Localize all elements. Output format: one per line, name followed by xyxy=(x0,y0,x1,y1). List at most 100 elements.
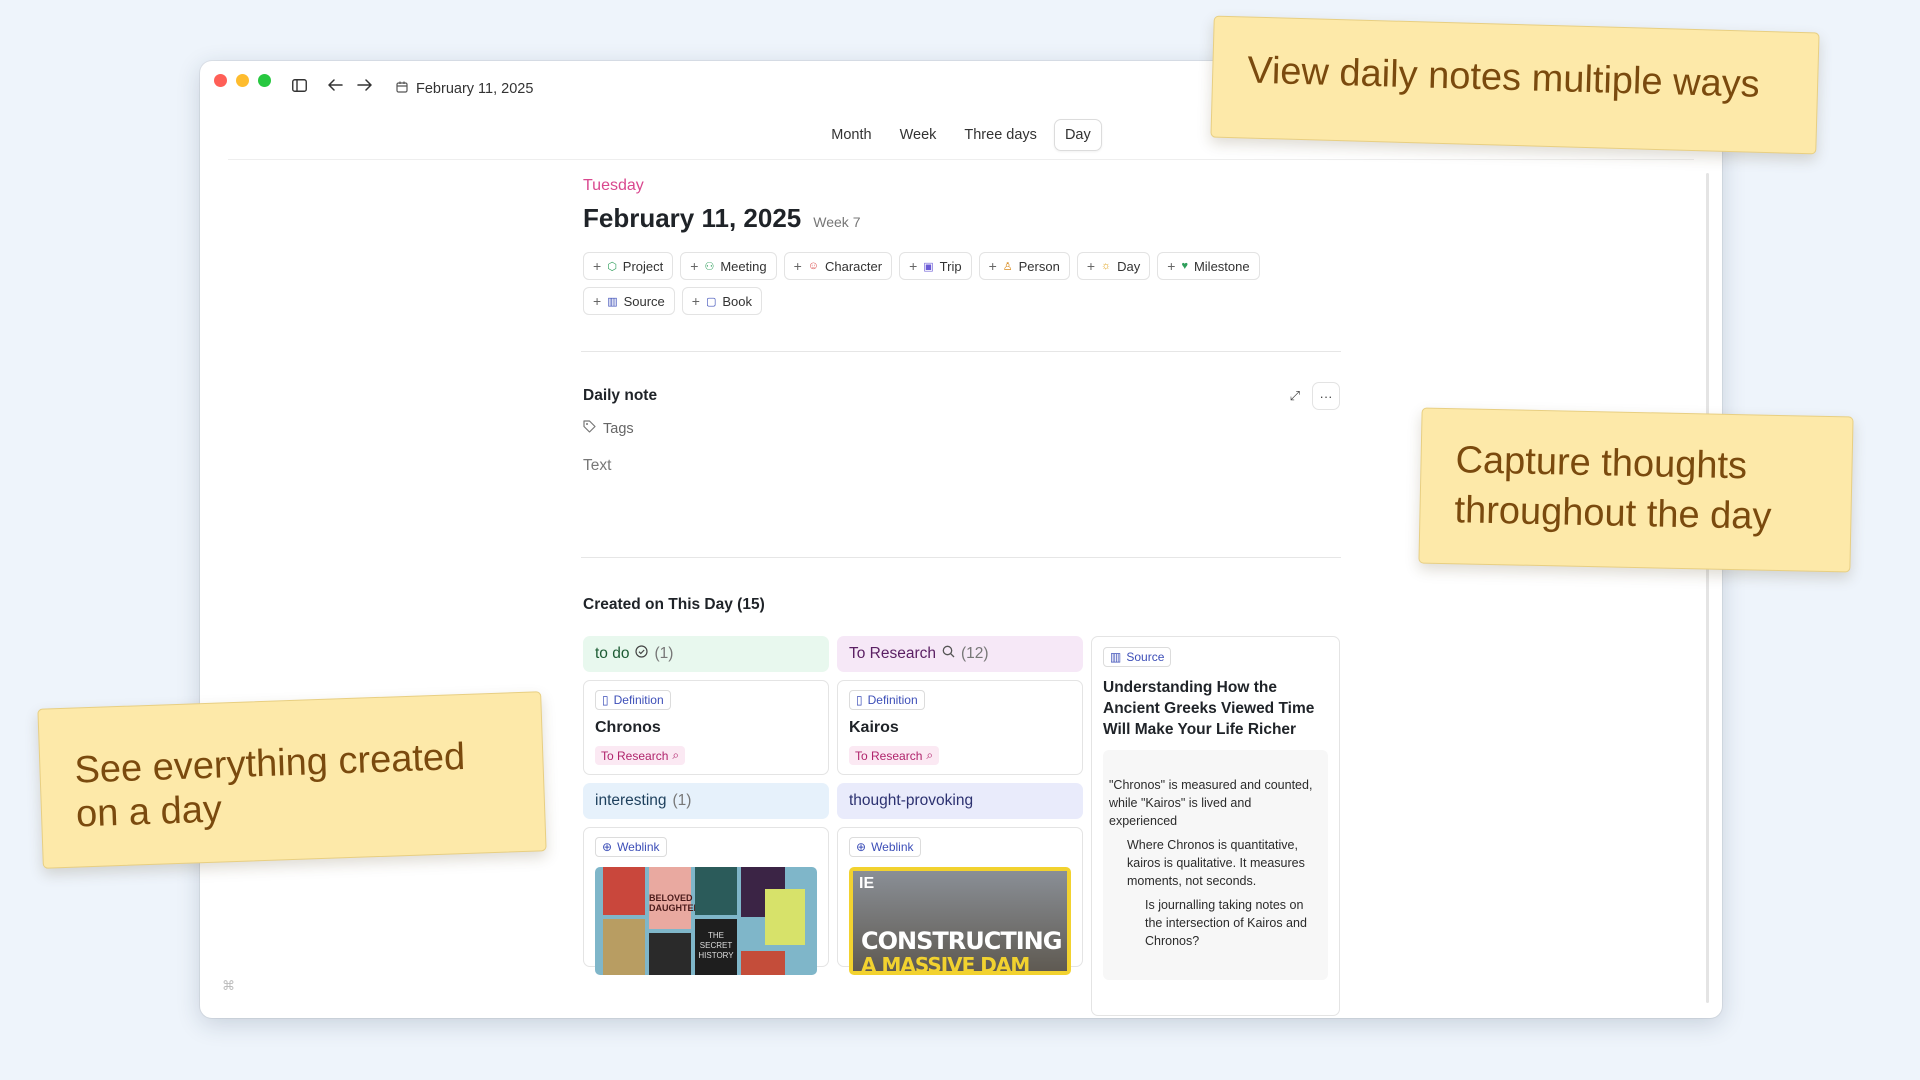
group-count: (1) xyxy=(672,792,692,809)
plus-icon: + xyxy=(793,258,802,274)
luggage-icon: ▣ xyxy=(923,260,934,273)
daily-note-title: Daily note xyxy=(583,387,658,404)
type-badge: ▯ Definition xyxy=(595,690,671,710)
more-options-button[interactable]: ··· xyxy=(1312,382,1340,410)
column-middle: To Research (12) ▯ Definition Kairos To R… xyxy=(837,636,1083,975)
add-character-button[interactable]: + ☺ Character xyxy=(783,252,893,280)
chip-label: Person xyxy=(1018,258,1060,274)
plus-icon: + xyxy=(909,258,918,274)
globe-icon: ⊕ xyxy=(602,840,613,854)
thumb-headline-2: A MASSIVE DAM xyxy=(861,953,1030,971)
tab-week[interactable]: Week xyxy=(889,119,948,151)
type-badge: ▥ Source xyxy=(1103,647,1172,667)
add-person-button[interactable]: + ♙ Person xyxy=(978,252,1070,280)
search-icon xyxy=(942,645,955,663)
tag-pill-label: To Research xyxy=(601,748,669,763)
tag-icon xyxy=(583,420,596,437)
card-title: Kairos xyxy=(849,719,899,736)
cover-title-daughter: DAUGHTER xyxy=(649,903,700,913)
excerpt-line-1: "Chronos" is measured and counted, while… xyxy=(1109,778,1313,828)
add-meeting-button[interactable]: + ⚇ Meeting xyxy=(680,252,777,280)
add-trip-button[interactable]: + ▣ Trip xyxy=(899,252,972,280)
callout-text: View daily notes multiple ways xyxy=(1246,49,1761,106)
group-header-todo[interactable]: to do (1) xyxy=(583,636,829,672)
chip-label: Project xyxy=(622,258,664,274)
expand-icon[interactable]: ⤢ xyxy=(1290,388,1300,404)
forward-arrow-icon[interactable] xyxy=(357,79,372,91)
chip-label: Character xyxy=(825,258,883,274)
group-count: (12) xyxy=(961,645,989,662)
daily-note-actions: ⤢ ··· xyxy=(1290,382,1340,410)
daily-note-header: Daily note ⤢ ··· xyxy=(583,382,1340,410)
book-icon: ▢ xyxy=(705,295,717,308)
scrollbar[interactable] xyxy=(1706,173,1709,1003)
group-header-thought-provoking[interactable]: thought-provoking xyxy=(837,783,1083,819)
type-badge: ▯ Definition xyxy=(849,690,925,710)
people-icon: ⚇ xyxy=(704,260,715,273)
badge-label: Source xyxy=(1126,650,1165,664)
card-weblink-books[interactable]: ⊕ Weblink BELOVED DAUGHTER THE SECRET HIST… xyxy=(583,827,829,975)
callout-text-line-1: Capture thoughts xyxy=(1455,439,1748,488)
chip-label: Meeting xyxy=(720,258,767,274)
add-project-button[interactable]: + ⬡ Project xyxy=(583,252,674,280)
chip-label: Milestone xyxy=(1193,258,1250,274)
ellipsis-icon: ··· xyxy=(1319,388,1333,404)
add-day-button[interactable]: + ☼ Day xyxy=(1076,252,1151,280)
chip-label: Day xyxy=(1117,258,1141,274)
weekday-label: Tuesday xyxy=(583,177,644,194)
plus-icon: + xyxy=(1086,258,1096,274)
plus-icon: + xyxy=(593,293,602,309)
command-icon[interactable]: ⌘ xyxy=(222,978,235,994)
day-title-row: February 11, 2025 Week 7 xyxy=(583,203,1340,234)
zoom-window-button[interactable] xyxy=(258,74,271,87)
tab-day[interactable]: Day xyxy=(1053,119,1102,151)
add-book-button[interactable]: + ▢ Book xyxy=(681,287,763,315)
tags-field[interactable]: Tags xyxy=(583,420,1340,437)
excerpt-line-3: Is journalling taking notes on the inter… xyxy=(1145,898,1307,948)
card-tag[interactable]: To Research ⌕ xyxy=(595,746,686,765)
group-header-to-research[interactable]: To Research (12) xyxy=(837,636,1083,672)
thumb-headline-1: CONSTRUCTING xyxy=(861,927,1062,955)
card-source[interactable]: ▥ Source Understanding How the Ancient Gr… xyxy=(1091,636,1340,1016)
card-tag[interactable]: To Research ⌕ xyxy=(849,746,940,765)
group-header-interesting[interactable]: interesting (1) xyxy=(583,783,829,819)
plus-icon: + xyxy=(593,258,602,274)
tab-three-days[interactable]: Three days xyxy=(953,119,1048,151)
minimize-window-button[interactable] xyxy=(236,74,249,87)
column-left: to do (1) ▯ Definition Chronos To Researc… xyxy=(583,636,829,975)
card-chronos[interactable]: ▯ Definition Chronos To Research ⌕ xyxy=(583,680,829,775)
tab-month[interactable]: Month xyxy=(820,119,882,151)
library-icon: ▥ xyxy=(607,295,618,308)
plus-icon: + xyxy=(691,293,700,309)
source-title: Understanding How the Ancient Greeks Vie… xyxy=(1103,679,1315,738)
person-icon: ♙ xyxy=(1002,260,1013,273)
note-text-input[interactable]: Text xyxy=(583,457,1340,475)
check-circle-icon xyxy=(635,645,649,663)
type-badge: ⊕ Weblink xyxy=(849,837,921,857)
search-icon: ⌕ xyxy=(672,748,680,762)
back-arrow-icon[interactable] xyxy=(328,79,343,91)
globe-icon: ⊕ xyxy=(856,840,867,854)
week-number[interactable]: Week 7 xyxy=(813,214,860,230)
plus-icon: + xyxy=(1167,258,1176,274)
current-date-breadcrumb[interactable]: February 11, 2025 xyxy=(396,81,533,97)
excerpt-line-2: Where Chronos is quantitative, kairos is… xyxy=(1127,838,1305,888)
card-kairos[interactable]: ▯ Definition Kairos To Research ⌕ xyxy=(837,680,1083,775)
calendar-icon xyxy=(396,81,408,97)
card-weblink-dam[interactable]: ⊕ Weblink IE CONSTRUCTING A MASSIVE DAM xyxy=(837,827,1083,975)
sidebar-toggle-icon[interactable] xyxy=(292,79,307,92)
callout-see-everything: See everything created on a day xyxy=(37,691,547,869)
badge-label: Definition xyxy=(867,693,918,707)
section-divider xyxy=(581,557,1341,558)
add-source-button[interactable]: + ▥ Source xyxy=(583,287,675,315)
created-board: to do (1) ▯ Definition Chronos To Researc… xyxy=(583,636,1340,1016)
badge-label: Weblink xyxy=(617,840,660,854)
close-window-button[interactable] xyxy=(214,74,227,87)
created-heading: Created on This Day (15) xyxy=(583,596,765,613)
add-milestone-button[interactable]: + ♥ Milestone xyxy=(1157,252,1260,280)
section-divider xyxy=(581,351,1341,352)
tag-pill-label: To Research xyxy=(855,748,923,763)
cover-title-secret: THE SECRET HISTORY xyxy=(695,919,737,975)
cube-icon: ⬡ xyxy=(607,260,617,273)
created-section: Created on This Day (15) to do (1) ▯ Defi… xyxy=(583,596,1340,1016)
